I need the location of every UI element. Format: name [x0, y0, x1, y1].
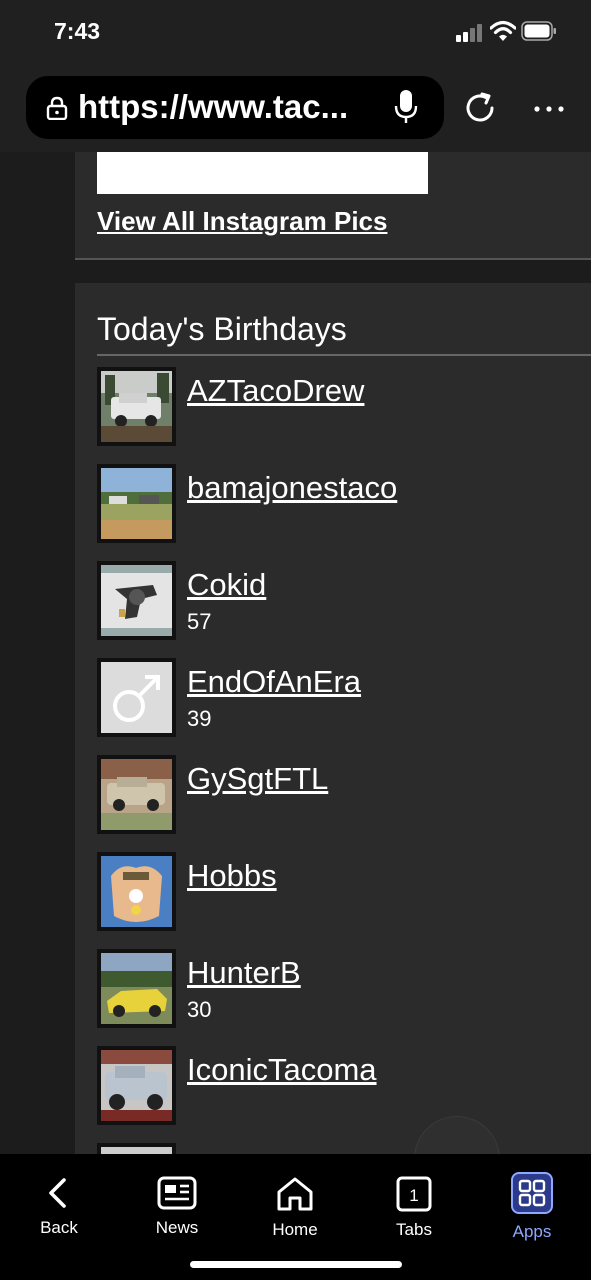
- birthday-username[interactable]: AZTacoDrew: [187, 373, 364, 409]
- back-label: Back: [40, 1218, 78, 1237]
- newspaper-icon: [157, 1176, 197, 1210]
- tabs-label: Tabs: [396, 1220, 432, 1239]
- battery-icon: [521, 21, 556, 41]
- news-label: News: [155, 1218, 199, 1237]
- address-bar[interactable]: https://www.tac...: [26, 76, 444, 139]
- birthday-item[interactable]: IconicTacoma: [97, 1046, 577, 1126]
- birthday-item[interactable]: HunterB 30: [97, 949, 577, 1029]
- microphone-icon[interactable]: [393, 89, 419, 125]
- birthdays-panel: Today's Birthdays AZTacoDrew bamajonesta…: [75, 283, 591, 1154]
- url-text: https://www.tac...: [78, 88, 349, 125]
- back-button[interactable]: Back: [9, 1176, 109, 1256]
- status-bar: 7:43: [0, 0, 591, 62]
- view-all-instagram-link[interactable]: View All Instagram Pics: [97, 206, 387, 237]
- user-avatar[interactable]: [97, 1046, 176, 1125]
- birthday-item[interactable]: AZTacoDrew: [97, 367, 577, 447]
- birthday-item[interactable]: Hobbs: [97, 852, 577, 932]
- birthdays-divider: [97, 354, 591, 356]
- birthday-username[interactable]: HunterB: [187, 955, 301, 991]
- reload-icon[interactable]: [462, 90, 498, 126]
- lock-icon: [46, 96, 68, 120]
- birthday-item-partial: [97, 1143, 577, 1154]
- birthday-username[interactable]: Cokid: [187, 567, 266, 603]
- status-time: 7:43: [54, 18, 101, 44]
- instagram-image-placeholder: [97, 152, 428, 194]
- wifi-icon: [490, 20, 516, 41]
- user-avatar[interactable]: [97, 852, 176, 931]
- user-avatar: [97, 1143, 176, 1154]
- user-avatar[interactable]: [97, 561, 176, 640]
- news-button[interactable]: News: [127, 1176, 227, 1256]
- back-arrow-icon: [49, 1178, 66, 1208]
- birthdays-title: Today's Birthdays: [97, 311, 347, 347]
- birthday-username[interactable]: EndOfAnEra: [187, 664, 361, 700]
- birthday-age: 39: [187, 706, 212, 731]
- birthday-age: 30: [187, 997, 212, 1022]
- home-indicator[interactable]: [190, 1261, 402, 1268]
- apps-label: Apps: [512, 1222, 552, 1241]
- birthday-item[interactable]: GySgtFTL: [97, 755, 577, 835]
- birthday-username[interactable]: bamajonestaco: [187, 470, 397, 506]
- birthday-username[interactable]: Hobbs: [187, 858, 277, 894]
- user-avatar[interactable]: [97, 367, 176, 446]
- user-avatar[interactable]: [97, 464, 176, 543]
- apps-grid-icon: [511, 1172, 553, 1214]
- apps-button[interactable]: Apps: [482, 1172, 582, 1256]
- home-label: Home: [272, 1220, 318, 1239]
- page-content[interactable]: View All Instagram Pics Today's Birthday…: [0, 152, 591, 1154]
- tabs-count: 1: [409, 1186, 418, 1205]
- tabs-icon: 1: [396, 1176, 432, 1212]
- home-icon: [277, 1177, 313, 1211]
- browser-toolbar: https://www.tac...: [0, 62, 591, 152]
- birthday-item[interactable]: bamajonestaco: [97, 464, 577, 544]
- user-avatar[interactable]: [97, 755, 176, 834]
- birthday-item[interactable]: EndOfAnEra 39: [97, 658, 577, 738]
- user-avatar[interactable]: [97, 949, 176, 1028]
- home-button[interactable]: Home: [245, 1176, 345, 1256]
- more-options-icon[interactable]: [531, 104, 567, 114]
- user-avatar[interactable]: [97, 658, 176, 737]
- tabs-button[interactable]: 1 Tabs: [364, 1176, 464, 1256]
- cellular-signal-icon: [456, 24, 482, 42]
- birthday-username[interactable]: IconicTacoma: [187, 1052, 377, 1088]
- birthday-item[interactable]: Cokid 57: [97, 561, 577, 641]
- page-gutter: [0, 152, 75, 1154]
- instagram-panel: View All Instagram Pics: [75, 152, 591, 260]
- birthday-age: 57: [187, 609, 212, 634]
- birthday-username[interactable]: GySgtFTL: [187, 761, 328, 797]
